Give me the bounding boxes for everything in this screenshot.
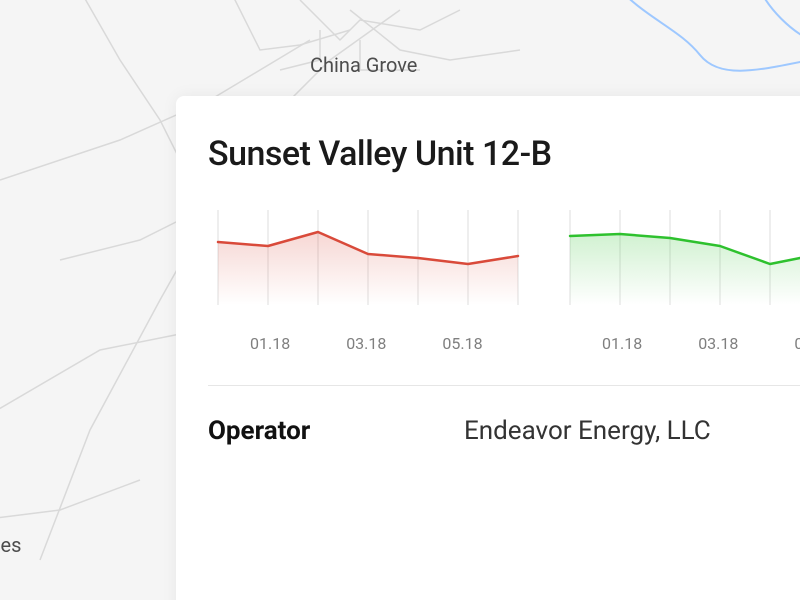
charts-row: 01.18 03.18 05.18: [208, 210, 800, 353]
axis-tick: 01.18: [250, 334, 290, 353]
axis-tick: 03.18: [346, 334, 386, 353]
chart-red-axis: 01.18 03.18 05.18: [208, 334, 528, 353]
chart-green: 01.18 03.18 05.: [560, 210, 800, 353]
axis-tick: 05.18: [442, 334, 482, 353]
operator-row: Operator Endeavor Energy, LLC: [208, 416, 800, 446]
divider: [208, 385, 800, 386]
operator-label: Operator: [208, 416, 464, 446]
map-place-label: China Grove: [310, 53, 417, 77]
axis-tick: 05.: [794, 334, 800, 353]
operator-value: Endeavor Energy, LLC: [464, 416, 800, 446]
map-place-label-fragment: tes: [0, 533, 21, 557]
chart-green-axis: 01.18 03.18 05.: [560, 334, 800, 353]
axis-tick: 01.18: [602, 334, 642, 353]
chart-red: 01.18 03.18 05.18: [208, 210, 528, 353]
well-detail-card: Sunset Valley Unit 12-B: [176, 96, 800, 600]
card-title: Sunset Valley Unit 12-B: [208, 134, 552, 174]
chart-green-area: [570, 234, 800, 305]
axis-tick: 03.18: [698, 334, 738, 353]
